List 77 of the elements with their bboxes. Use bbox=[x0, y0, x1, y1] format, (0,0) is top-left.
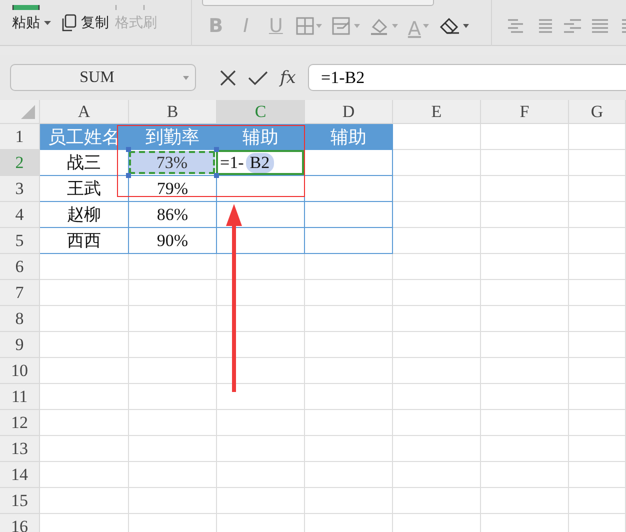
row-header[interactable]: 14 bbox=[0, 462, 40, 488]
table-cell: 西西 bbox=[40, 228, 129, 254]
empty-cell bbox=[569, 202, 626, 228]
column-header[interactable]: D bbox=[305, 100, 393, 124]
select-all-icon[interactable] bbox=[21, 105, 35, 119]
checkmark-icon[interactable] bbox=[248, 70, 268, 86]
caret-icon bbox=[44, 21, 51, 25]
empty-cell bbox=[569, 332, 626, 358]
empty-cell bbox=[569, 358, 626, 384]
align-icon[interactable] bbox=[564, 18, 581, 34]
table-cell: 赵柳 bbox=[40, 202, 129, 228]
row-header[interactable]: 1 bbox=[0, 124, 40, 150]
referenced-cell: 73% bbox=[129, 151, 215, 174]
empty-cell bbox=[569, 462, 626, 488]
header-cell: 到勤率 bbox=[129, 124, 217, 150]
paste-button[interactable]: 粘贴 bbox=[12, 11, 51, 35]
header-cell: 员工姓名 bbox=[40, 124, 129, 150]
empty-cell bbox=[569, 254, 626, 280]
name-box[interactable]: SUM bbox=[10, 64, 196, 91]
caret-icon bbox=[183, 76, 189, 80]
function-button[interactable]: fx bbox=[280, 68, 296, 88]
indent-icon[interactable] bbox=[620, 18, 626, 34]
table-cell: 90% bbox=[129, 228, 217, 254]
column-header[interactable]: E bbox=[393, 100, 481, 124]
caret-icon bbox=[354, 24, 360, 28]
row-header[interactable]: 15 bbox=[0, 488, 40, 514]
empty-cell bbox=[569, 488, 626, 514]
cell-style-icon[interactable] bbox=[332, 17, 352, 35]
eraser-icon[interactable] bbox=[438, 17, 461, 35]
align-icon[interactable] bbox=[536, 18, 553, 34]
column-header[interactable]: A bbox=[40, 100, 129, 124]
table-cell: 王武 bbox=[40, 176, 129, 202]
caret-icon bbox=[422, 24, 429, 28]
border-icon[interactable] bbox=[296, 17, 314, 35]
formula-cell[interactable]: =1- B2 bbox=[216, 150, 304, 175]
empty-cell bbox=[569, 306, 626, 332]
table-cell: 86% bbox=[129, 202, 217, 228]
caret-icon bbox=[392, 24, 398, 28]
row-header[interactable]: 4 bbox=[0, 202, 40, 228]
empty-cell bbox=[569, 176, 626, 202]
caret-icon bbox=[316, 24, 322, 28]
row-header[interactable]: 7 bbox=[0, 280, 40, 306]
row-header[interactable]: 13 bbox=[0, 436, 40, 462]
fill-color-icon[interactable] bbox=[370, 17, 390, 35]
row-header[interactable]: 10 bbox=[0, 358, 40, 384]
caret-icon bbox=[462, 24, 469, 28]
table-cell: 79% bbox=[129, 176, 217, 202]
row-header[interactable]: 11 bbox=[0, 384, 40, 410]
copy-icon bbox=[61, 14, 77, 32]
column-header[interactable]: F bbox=[481, 100, 569, 124]
row-header[interactable]: 16 bbox=[0, 514, 40, 532]
row-header[interactable]: 8 bbox=[0, 306, 40, 332]
column-header[interactable]: G bbox=[569, 100, 626, 124]
row-header[interactable]: 9 bbox=[0, 332, 40, 358]
empty-cell bbox=[569, 228, 626, 254]
selection-handle[interactable] bbox=[214, 147, 219, 152]
align-icon[interactable] bbox=[508, 18, 525, 34]
empty-cell bbox=[569, 436, 626, 462]
empty-cell bbox=[569, 384, 626, 410]
selection-handle[interactable] bbox=[126, 173, 131, 178]
column-header[interactable]: B bbox=[129, 100, 217, 124]
empty-cell bbox=[569, 280, 626, 306]
row-header[interactable]: 5 bbox=[0, 228, 40, 254]
header-cell: 辅助 bbox=[305, 124, 393, 150]
close-icon[interactable] bbox=[220, 70, 236, 86]
formula-field[interactable]: =1-B2 bbox=[308, 64, 626, 91]
empty-cell bbox=[569, 124, 626, 150]
align-icon[interactable] bbox=[592, 18, 609, 34]
selection-handle[interactable] bbox=[126, 147, 131, 152]
header-cell: 辅助 bbox=[217, 124, 305, 150]
row-header[interactable]: 6 bbox=[0, 254, 40, 280]
empty-cell bbox=[569, 150, 626, 176]
empty-cell bbox=[569, 410, 626, 436]
row-header[interactable]: 12 bbox=[0, 410, 40, 436]
row-header[interactable]: 3 bbox=[0, 176, 40, 202]
selection-handle[interactable] bbox=[214, 173, 219, 178]
copy-button[interactable]: 复制 bbox=[61, 11, 109, 35]
